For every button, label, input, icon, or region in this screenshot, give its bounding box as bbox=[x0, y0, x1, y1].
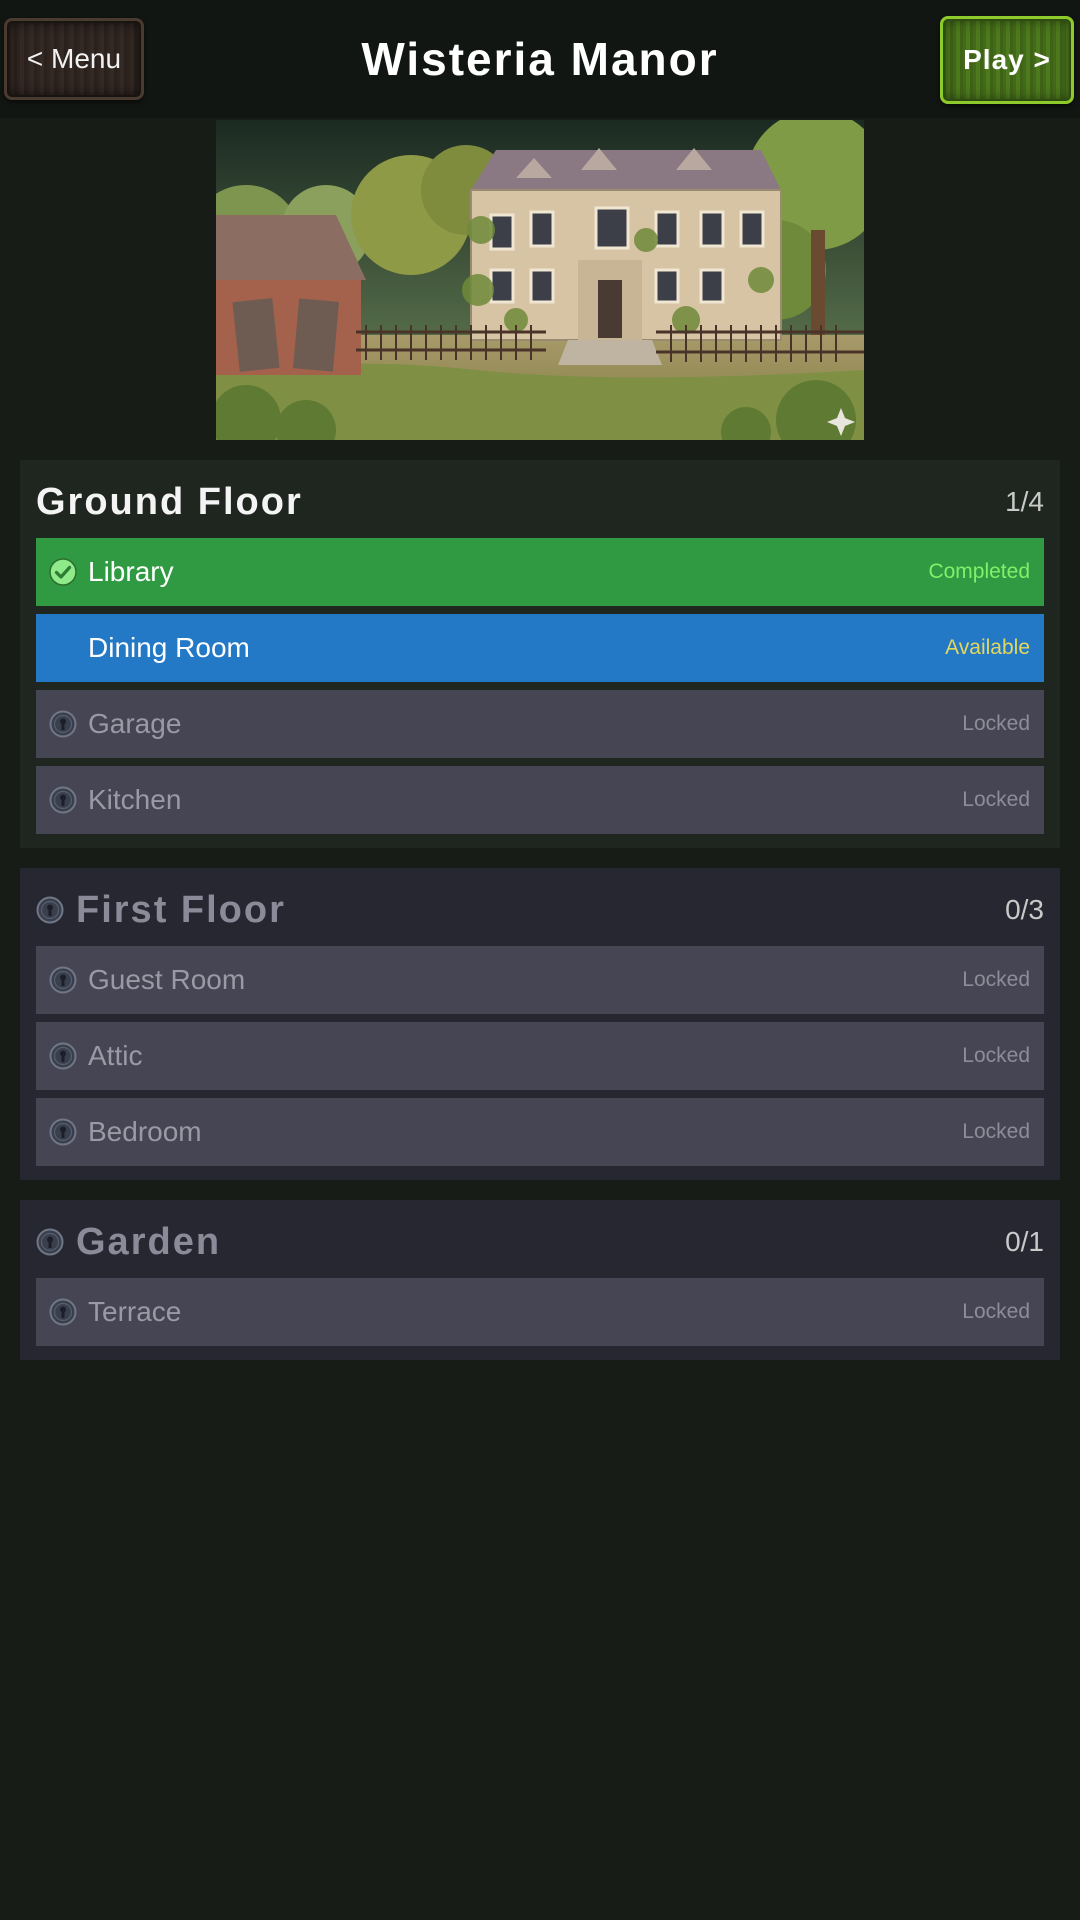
room-guest-room[interactable]: Guest Room Locked bbox=[36, 946, 1044, 1014]
lock-icon bbox=[36, 1228, 64, 1256]
lock-icon bbox=[49, 710, 77, 738]
room-kitchen[interactable]: Kitchen Locked bbox=[36, 766, 1044, 834]
room-status: Available bbox=[945, 636, 1030, 659]
floor-progress: 1/4 bbox=[1005, 486, 1044, 517]
room-status: Locked bbox=[962, 1120, 1030, 1143]
room-name: Attic bbox=[88, 1040, 143, 1071]
room-name: Bedroom bbox=[88, 1116, 202, 1147]
room-terrace[interactable]: Terrace Locked bbox=[36, 1278, 1044, 1346]
check-icon bbox=[49, 558, 77, 586]
floor-progress: 0/3 bbox=[1005, 894, 1044, 925]
room-status: Locked bbox=[962, 1044, 1030, 1067]
room-name: Garage bbox=[88, 708, 182, 739]
page-title: Wisteria Manor bbox=[361, 33, 719, 85]
room-status: Locked bbox=[962, 788, 1030, 811]
lock-icon bbox=[49, 966, 77, 994]
room-bedroom[interactable]: Bedroom Locked bbox=[36, 1098, 1044, 1166]
lock-icon bbox=[49, 1298, 77, 1326]
floor-section-first-floor: First Floor 0/3 Guest Room Locked Attic … bbox=[20, 868, 1060, 1180]
room-name: Library bbox=[88, 556, 174, 587]
top-bar: Wisteria Manor < Menu Play > bbox=[0, 0, 1080, 118]
room-garage[interactable]: Garage Locked bbox=[36, 690, 1044, 758]
room-name: Dining Room bbox=[88, 632, 250, 663]
lock-icon bbox=[49, 1042, 77, 1070]
floor-progress: 0/1 bbox=[1005, 1226, 1044, 1257]
lock-icon bbox=[49, 786, 77, 814]
level-select-screen: Wisteria Manor < Menu Play > Ground Floo… bbox=[0, 0, 1080, 1920]
manor-illustration bbox=[216, 120, 864, 440]
room-attic[interactable]: Attic Locked bbox=[36, 1022, 1044, 1090]
floor-section-ground-floor: Ground Floor 1/4 Library Completed Dinin… bbox=[20, 460, 1060, 848]
lock-icon bbox=[36, 896, 64, 924]
floor-title: Ground Floor bbox=[36, 481, 303, 523]
room-status: Locked bbox=[962, 1300, 1030, 1323]
lock-icon bbox=[49, 1118, 77, 1146]
room-library[interactable]: Library Completed bbox=[36, 538, 1044, 606]
room-name: Terrace bbox=[88, 1296, 182, 1327]
room-name: Kitchen bbox=[88, 784, 182, 815]
room-status: Locked bbox=[962, 712, 1030, 735]
floor-section-garden: Garden 0/1 Terrace Locked bbox=[20, 1200, 1060, 1360]
play-button[interactable]: Play > bbox=[940, 16, 1074, 104]
floor-title: Garden bbox=[76, 1221, 222, 1263]
room-name: Guest Room bbox=[88, 964, 246, 995]
menu-button[interactable]: < Menu bbox=[4, 18, 144, 100]
room-dining-room[interactable]: Dining Room Available bbox=[36, 614, 1044, 682]
floor-title: First Floor bbox=[76, 889, 286, 931]
room-status: Completed bbox=[928, 560, 1030, 583]
room-status: Locked bbox=[962, 968, 1030, 991]
